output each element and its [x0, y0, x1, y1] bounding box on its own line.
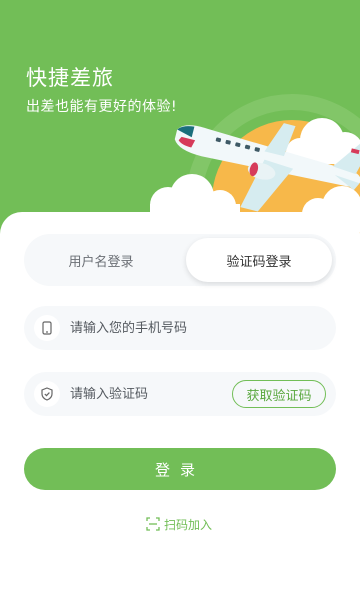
shield-check-icon	[34, 381, 60, 407]
phone-input[interactable]	[70, 306, 250, 350]
get-code-button[interactable]: 获取验证码	[232, 380, 326, 408]
hero-subtitle: 出差也能有更好的体验!	[26, 99, 178, 115]
phone-icon	[34, 315, 60, 341]
scan-label: 扫码加入	[164, 517, 213, 532]
airplane-illustration	[150, 94, 360, 240]
login-mode-tabs: 用户名登录 验证码登录	[24, 234, 336, 286]
tab-username-login[interactable]: 用户名登录	[28, 238, 174, 282]
login-button[interactable]: 登录	[24, 448, 336, 490]
phone-field	[24, 306, 336, 350]
verification-code-input[interactable]	[70, 372, 210, 416]
scan-join-link[interactable]: 扫码加入	[146, 514, 212, 534]
hero-title: 快捷差旅	[26, 66, 114, 90]
scan-icon	[146, 517, 160, 531]
tab-code-login[interactable]: 验证码登录	[186, 238, 332, 282]
verification-code-field: 获取验证码	[24, 372, 336, 416]
hero-banner: 快捷差旅 出差也能有更好的体验!	[0, 0, 360, 240]
